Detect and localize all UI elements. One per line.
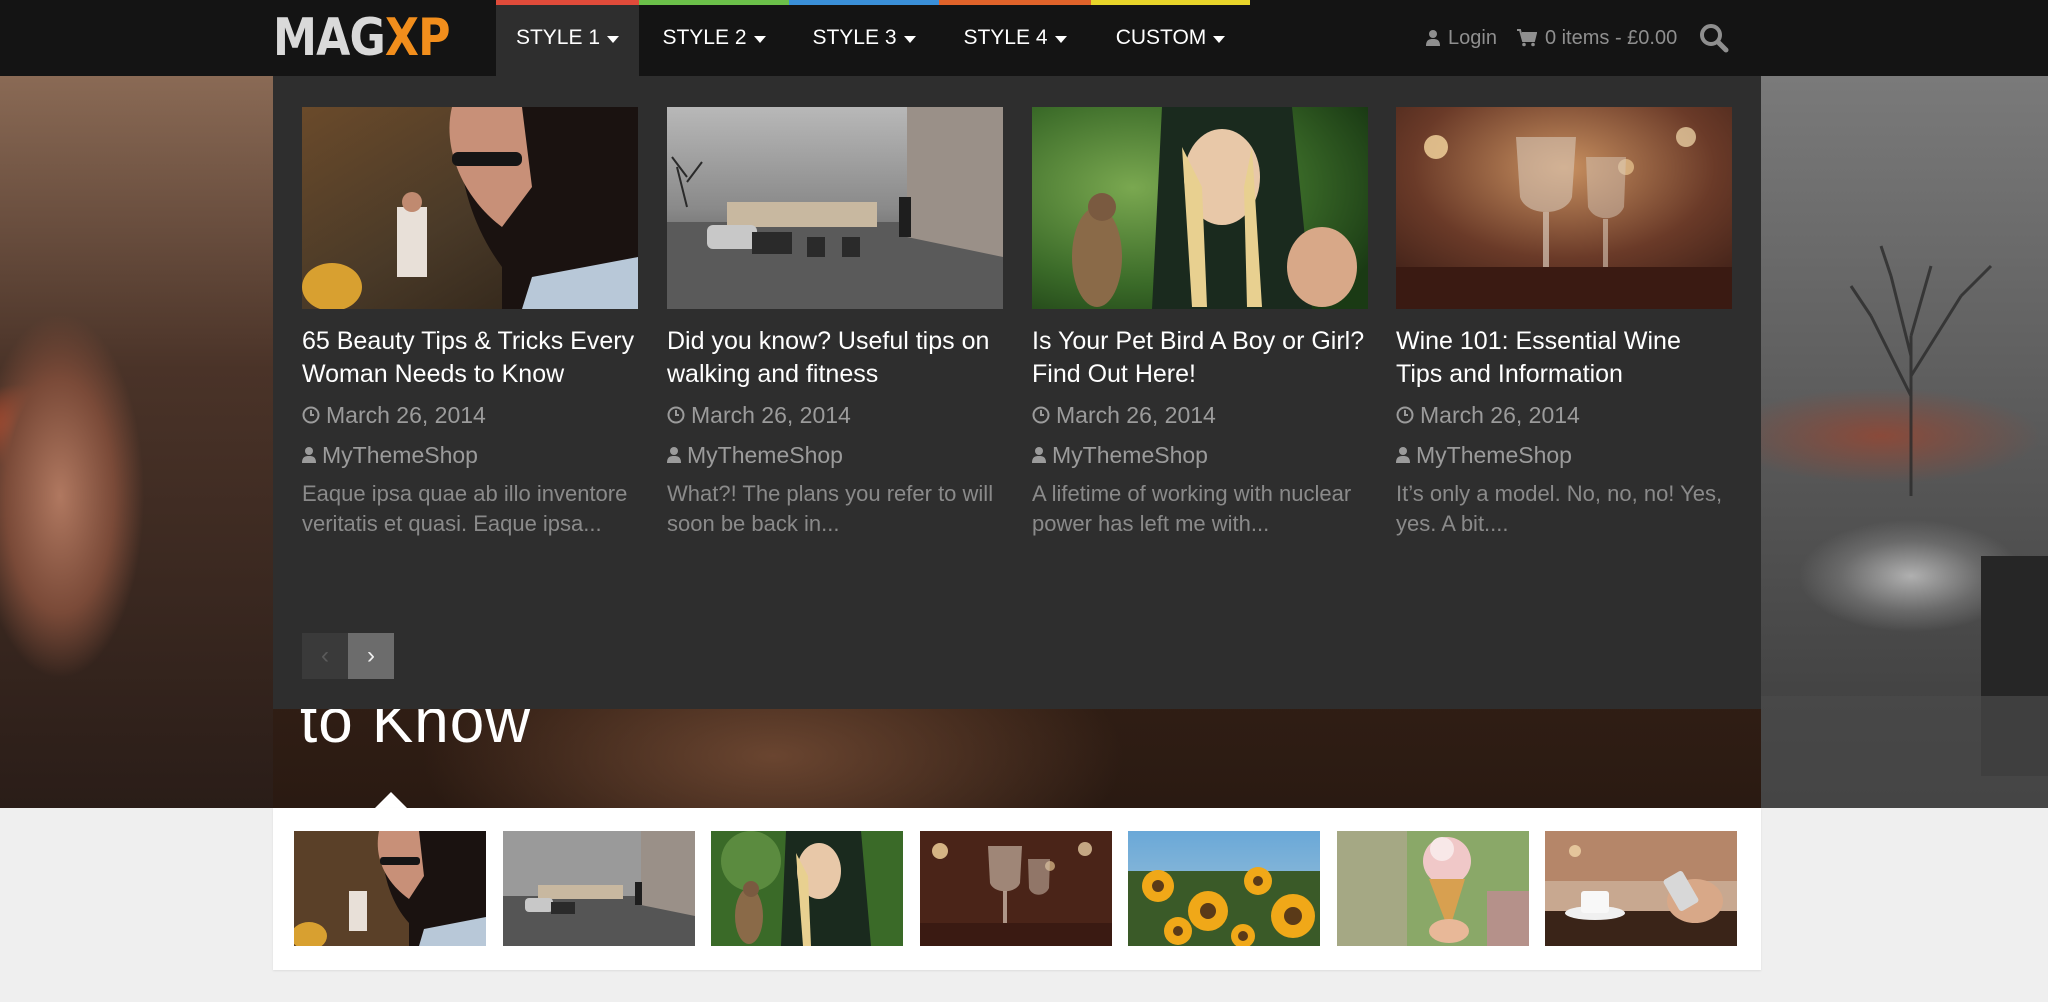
cart-label: 0 items - £0.00 <box>1544 26 1678 49</box>
post-author: MyThemeShop <box>1032 439 1368 471</box>
menu-item-custom[interactable]: CUSTOM <box>1091 0 1250 76</box>
post-thumbnail[interactable] <box>1032 107 1368 309</box>
post-date-text: March 26, 2014 <box>1056 402 1216 428</box>
mega-menu-dropdown: 65 Beauty Tips & Tricks Every Woman Need… <box>273 76 1761 709</box>
hero-next-image <box>1761 76 2048 808</box>
menu-item-style-4[interactable]: STYLE 4 <box>939 0 1091 76</box>
post-card[interactable]: 65 Beauty Tips & Tricks Every Woman Need… <box>302 107 638 539</box>
user-icon <box>302 446 322 464</box>
login-label: Login <box>1448 26 1497 49</box>
menu-item-label: STYLE 4 <box>963 26 1048 49</box>
menu-item-label: STYLE 2 <box>662 26 747 49</box>
post-author-name[interactable]: MyThemeShop <box>687 439 843 471</box>
hero-prev-image <box>0 76 273 808</box>
post-card[interactable]: Did you know? Useful tips on walking and… <box>667 107 1003 539</box>
search-button[interactable] <box>1699 23 1737 53</box>
post-date-text: March 26, 2014 <box>326 402 486 428</box>
post-thumbnail[interactable] <box>1396 107 1732 309</box>
post-title[interactable]: Did you know? Useful tips on walking and… <box>667 325 1003 391</box>
previous-button[interactable]: ‹ <box>302 633 348 679</box>
post-date: March 26, 2014 <box>302 399 638 431</box>
post-author: MyThemeShop <box>302 439 638 471</box>
clock-icon <box>1032 406 1056 424</box>
menu-item-style-1[interactable]: STYLE 1 <box>496 0 639 76</box>
menu-item-style-2[interactable]: STYLE 2 <box>639 0 789 76</box>
post-title[interactable]: Wine 101: Essential Wine Tips and Inform… <box>1396 325 1732 391</box>
post-excerpt: It’s only a model. No, no, no! Yes, yes.… <box>1396 481 1723 536</box>
login-link[interactable]: Login <box>1426 27 1497 50</box>
post-author: MyThemeShop <box>667 439 1003 471</box>
clock-icon <box>667 406 691 424</box>
menu-item-label: STYLE 3 <box>812 26 897 49</box>
caret-down-icon <box>607 35 620 43</box>
user-icon <box>1032 446 1052 464</box>
thumbnail-ice-cream[interactable] <box>1337 831 1529 946</box>
active-thumbnail-pointer <box>375 792 407 808</box>
thumbnail-beauty-tips[interactable] <box>294 831 486 946</box>
menu-item-label: CUSTOM <box>1115 26 1207 49</box>
post-date: March 26, 2014 <box>1032 399 1368 431</box>
caret-down-icon <box>1054 35 1067 43</box>
post-date-text: March 26, 2014 <box>1420 402 1580 428</box>
post-excerpt: A lifetime of working with nuclear power… <box>1032 481 1352 536</box>
post-card[interactable]: Is Your Pet Bird A Boy or Girl? Find Out… <box>1032 107 1368 539</box>
post-title[interactable]: 65 Beauty Tips & Tricks Every Woman Need… <box>302 325 638 391</box>
dropdown-slider-nav: ‹ › <box>302 633 394 679</box>
thumbnail-pet-bird[interactable] <box>711 831 903 946</box>
main-menu: STYLE 1 STYLE 2 STYLE 3 STYLE 4 CUSTOM <box>496 0 1250 76</box>
clock-icon <box>302 406 326 424</box>
next-button[interactable]: › <box>348 633 394 679</box>
caret-down-icon <box>753 35 766 43</box>
post-date-text: March 26, 2014 <box>691 402 851 428</box>
thumbnail-coffee-phone[interactable] <box>1545 831 1737 946</box>
thumbnail-walking-fitness[interactable] <box>503 831 695 946</box>
post-author-name[interactable]: MyThemeShop <box>1416 439 1572 471</box>
post-author: MyThemeShop <box>1396 439 1732 471</box>
post-author-name[interactable]: MyThemeShop <box>322 439 478 471</box>
user-icon <box>667 446 687 464</box>
post-author-name[interactable]: MyThemeShop <box>1052 439 1208 471</box>
logo-text-xp: XP <box>384 8 451 68</box>
post-thumbnail[interactable] <box>302 107 638 309</box>
search-icon <box>1699 23 1737 53</box>
post-excerpt: Eaque ipsa quae ab illo inventore verita… <box>302 481 628 536</box>
cart-link[interactable]: 0 items - £0.00 <box>1516 26 1678 50</box>
post-excerpt: What?! The plans you refer to will soon … <box>667 481 994 536</box>
thumbnail-sunflowers[interactable] <box>1128 831 1320 946</box>
cart-icon <box>1516 29 1545 47</box>
user-icon <box>1396 446 1416 464</box>
post-title[interactable]: Is Your Pet Bird A Boy or Girl? Find Out… <box>1032 325 1368 391</box>
post-card[interactable]: Wine 101: Essential Wine Tips and Inform… <box>1396 107 1732 539</box>
user-icon <box>1426 29 1448 47</box>
caret-down-icon <box>1213 35 1226 43</box>
post-date: March 26, 2014 <box>1396 399 1732 431</box>
thumbnail-wine[interactable] <box>920 831 1112 946</box>
header-actions: Login 0 items - £0.00 <box>1426 0 1737 76</box>
post-date: March 26, 2014 <box>667 399 1003 431</box>
logo-text-mag: MAG <box>273 8 386 68</box>
clock-icon <box>1396 406 1420 424</box>
thumbnail-strip <box>273 808 1761 970</box>
caret-down-icon <box>903 35 916 43</box>
top-navigation-bar: MAG XP STYLE 1 STYLE 2 STYLE 3 STYLE 4 CU… <box>0 0 2048 76</box>
post-thumbnail[interactable] <box>667 107 1003 309</box>
menu-item-label: STYLE 1 <box>515 26 601 49</box>
menu-item-style-3[interactable]: STYLE 3 <box>789 0 939 76</box>
site-logo[interactable]: MAG XP <box>273 6 451 70</box>
